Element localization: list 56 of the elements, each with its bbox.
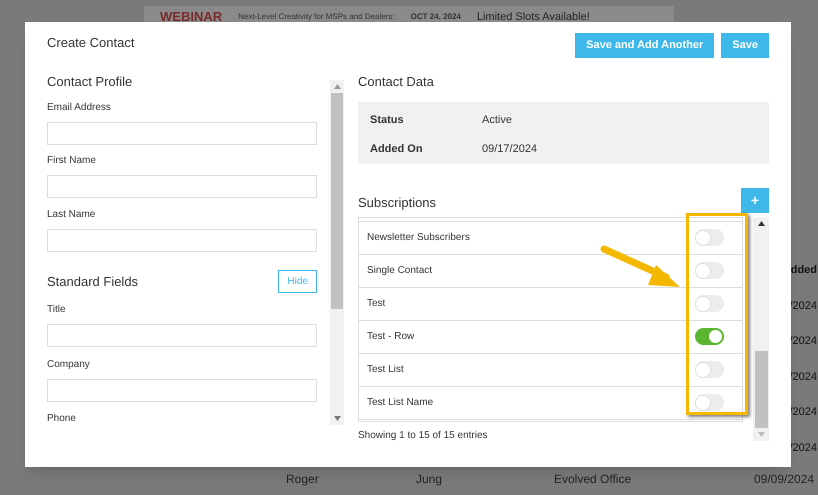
table-cell-text: 09/09/2024 [754, 471, 814, 488]
table-cell-text: Evolved Office [554, 471, 632, 488]
section-heading: Subscriptions [358, 194, 436, 212]
field-label: Last Name [47, 208, 96, 222]
table-cell-text: /2024 [789, 370, 817, 384]
toggle-switch[interactable] [695, 394, 724, 411]
text-input[interactable] [47, 378, 317, 402]
banner-headline: Next-Level Creativity for MSPs and Dealers: [238, 11, 395, 23]
column-header: dded [790, 263, 817, 278]
subscription-name: Test List Name [367, 396, 434, 410]
scrollbar[interactable] [330, 80, 344, 425]
data-label: Status [370, 112, 405, 128]
text-input[interactable] [47, 228, 317, 252]
field-label: Email Address [47, 100, 112, 114]
scroll-up-icon[interactable] [758, 220, 765, 226]
toggle-switch[interactable] [695, 361, 724, 378]
subscription-name: Single Contact [367, 264, 432, 278]
toggle-switch[interactable] [695, 229, 724, 246]
text-input[interactable] [47, 324, 317, 347]
field-label: First Name [47, 154, 97, 168]
subscription-name: Test List [367, 363, 404, 377]
toggle-switch[interactable] [695, 328, 724, 345]
table-cell-text: Roger [286, 471, 320, 488]
entries-info: Showing 1 to 15 of 15 entries [358, 428, 488, 442]
add-button[interactable]: + [741, 188, 769, 212]
data-label: Added On [370, 142, 424, 157]
scroll-down-icon[interactable] [758, 432, 765, 436]
section-heading: Contact Profile [47, 73, 134, 91]
section-heading: Contact Data [358, 73, 435, 91]
table-cell-text: Jung [416, 471, 444, 488]
text-input[interactable] [47, 122, 317, 144]
toggle-switch[interactable] [695, 295, 724, 312]
banner-date: OCT 24, 2024 [410, 11, 461, 23]
scrollbar[interactable] [753, 216, 769, 440]
table-cell-text: /2024 [789, 405, 817, 420]
field-label: Company [47, 358, 91, 372]
section-heading: Standard Fields [47, 272, 138, 291]
field-label: Title [47, 303, 67, 317]
banner-cta: Limited Slots Available! [476, 10, 590, 25]
table-cell-text: /2024 [789, 334, 817, 349]
data-value: Active [482, 112, 512, 128]
subscription-name: Newsletter Subscribers [367, 231, 470, 245]
save-and-add-button[interactable]: Save and Add Another [575, 33, 714, 58]
dialog-title: Create Contact [47, 34, 134, 52]
hide-button[interactable]: Hide [278, 270, 317, 293]
webinar-label: WEBINAR [160, 8, 222, 26]
subscription-name: Test [367, 297, 386, 311]
table-cell-text: /2024 [789, 298, 817, 314]
text-input[interactable] [47, 175, 317, 198]
subscription-name: Test - Row [367, 330, 414, 344]
field-label: Phone [47, 412, 77, 426]
data-value: 09/17/2024 [482, 142, 538, 157]
table-cell-text: /2024 [789, 440, 817, 456]
save-button[interactable]: Save [721, 33, 769, 58]
toggle-switch[interactable] [695, 262, 724, 279]
scroll-down-icon[interactable] [334, 416, 340, 421]
